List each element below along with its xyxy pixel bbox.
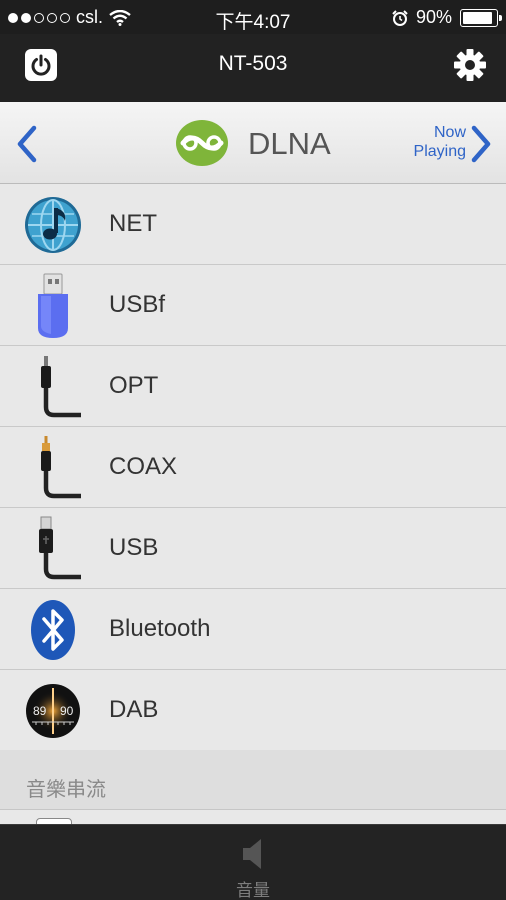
nav-bar: NT-503 bbox=[0, 34, 506, 102]
optical-cable-icon bbox=[18, 353, 88, 421]
battery-icon bbox=[460, 8, 502, 27]
current-source-name: DLNA bbox=[248, 126, 331, 161]
dlna-logo-icon bbox=[176, 120, 228, 166]
streaming-section-header: 音樂串流 bbox=[0, 750, 506, 810]
usb-flash-drive-icon bbox=[18, 272, 88, 340]
chevron-left-icon[interactable] bbox=[14, 124, 40, 164]
source-label: COAX bbox=[109, 453, 178, 480]
source-list: NET USBf OPT COAX USB Bluetooth 89 90 DA… bbox=[0, 184, 506, 751]
volume-button-label[interactable]: 音量 bbox=[0, 876, 506, 900]
source-item-usbf[interactable]: USBf bbox=[0, 265, 506, 346]
source-label: NET bbox=[109, 210, 157, 237]
battery-percent: 90% bbox=[415, 7, 452, 27]
status-bar: csl. 下午4:07 90% bbox=[0, 0, 506, 34]
dab-radio-icon: 89 90 bbox=[18, 677, 88, 745]
source-label: USB bbox=[109, 534, 159, 561]
alarm-clock-icon bbox=[392, 9, 408, 26]
bluetooth-icon bbox=[18, 596, 88, 664]
current-source-header: DLNA Now Playing bbox=[0, 102, 506, 184]
source-label: Bluetooth bbox=[109, 615, 211, 642]
source-item-opt[interactable]: OPT bbox=[0, 346, 506, 427]
source-item-coax[interactable]: COAX bbox=[0, 427, 506, 508]
now-playing-line2: Playing bbox=[413, 143, 466, 160]
chevron-right-icon[interactable] bbox=[468, 124, 494, 164]
now-playing-link[interactable]: Now Playing bbox=[414, 123, 466, 161]
source-item-usb[interactable]: USB bbox=[0, 508, 506, 589]
status-right: 90% bbox=[392, 7, 502, 28]
partial-list-item[interactable] bbox=[0, 810, 506, 824]
coax-cable-icon bbox=[18, 434, 88, 502]
section-title: 音樂串流 bbox=[26, 779, 106, 801]
source-label: USBf bbox=[109, 291, 166, 318]
source-item-bluetooth[interactable]: Bluetooth bbox=[0, 589, 506, 670]
gear-icon[interactable] bbox=[452, 47, 488, 83]
battery-fill bbox=[463, 11, 492, 24]
device-title: NT-503 bbox=[218, 52, 288, 75]
source-label: DAB bbox=[109, 696, 159, 723]
usb-cable-icon bbox=[18, 515, 88, 583]
svg-text:89: 89 bbox=[33, 704, 47, 718]
bottom-bar: 音量 bbox=[0, 824, 506, 900]
source-item-net[interactable]: NET bbox=[0, 184, 506, 265]
net-globe-icon bbox=[18, 191, 88, 259]
source-label: OPT bbox=[109, 372, 159, 399]
now-playing-line1: Now bbox=[433, 124, 466, 141]
speaker-icon[interactable] bbox=[241, 837, 265, 871]
svg-text:90: 90 bbox=[60, 704, 74, 718]
source-item-dab[interactable]: 89 90 DAB bbox=[0, 670, 506, 751]
